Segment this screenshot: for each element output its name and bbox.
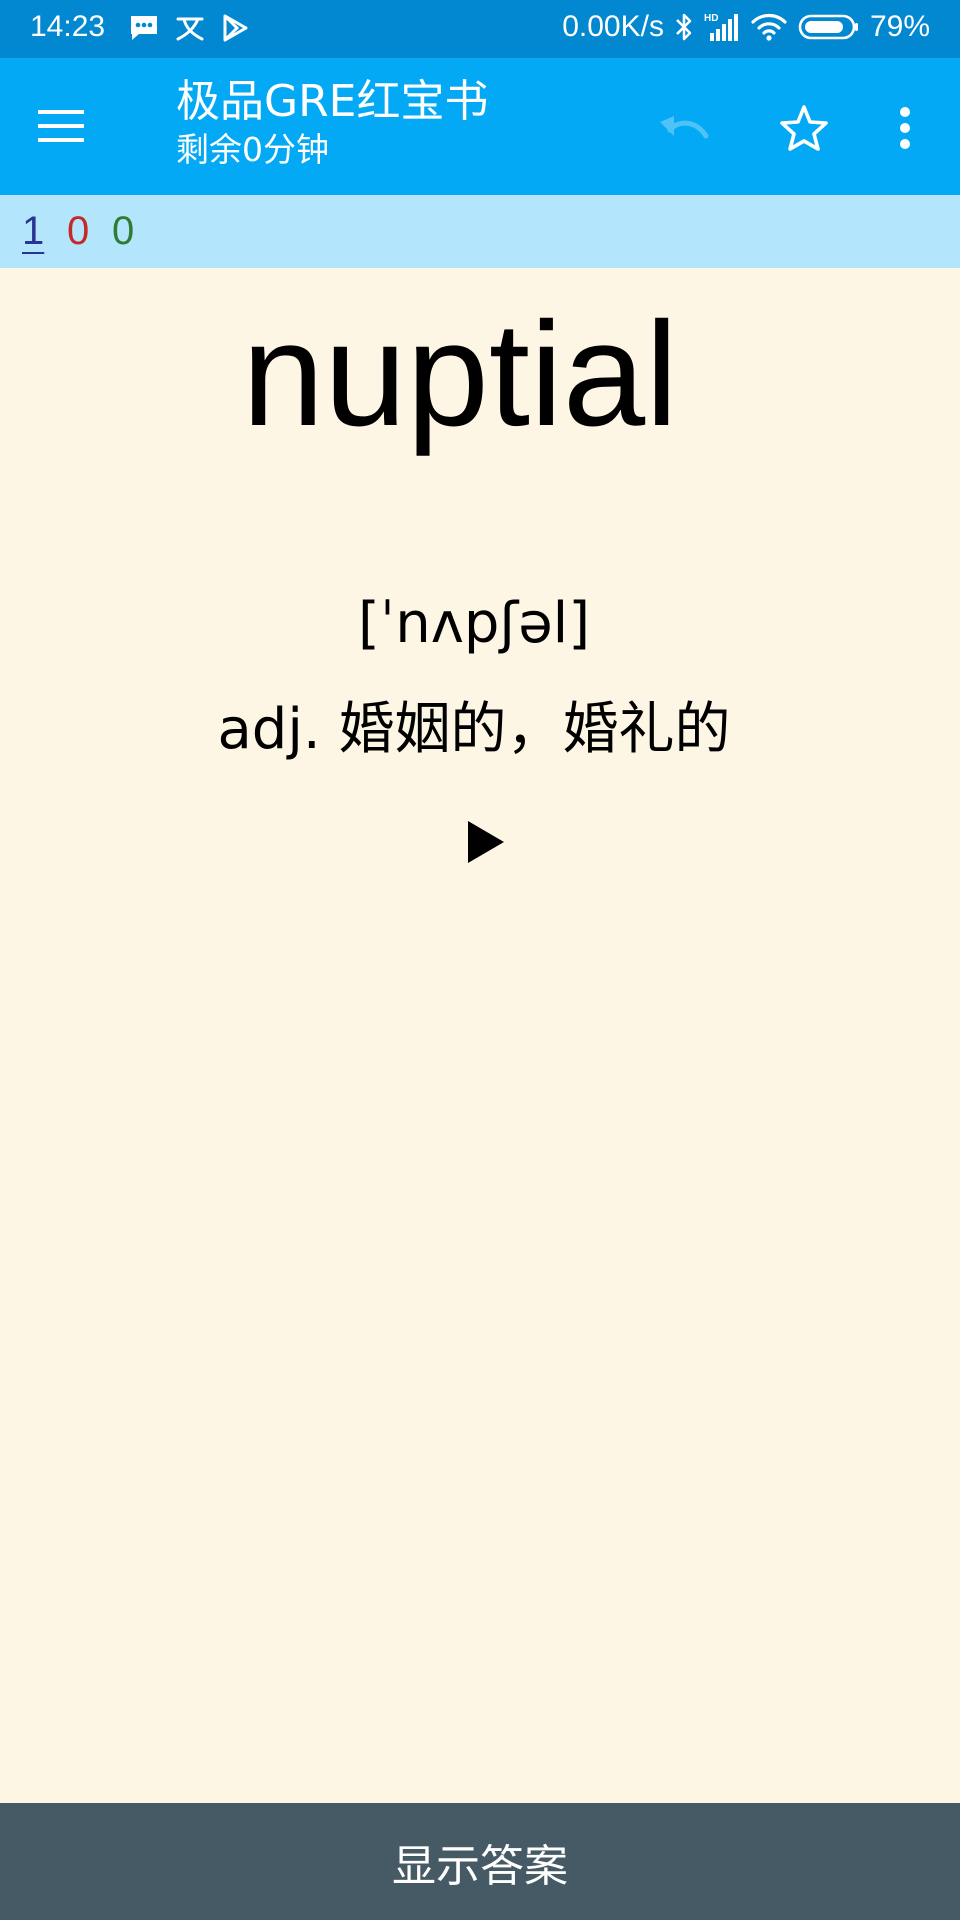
status-bar: 14:23 0.00K/s HD 79%: [0, 0, 960, 58]
play-audio-button[interactable]: [464, 818, 508, 866]
bluetooth-icon: [674, 11, 694, 43]
message-icon: [128, 13, 160, 43]
learning-count: 0: [67, 209, 90, 253]
undo-icon: [660, 116, 709, 139]
title-block: 极品GRE红宝书 剩余0分钟: [176, 76, 488, 172]
screen: 14:23 0.00K/s HD 79% 极品GRE红宝书 剩余0分钟 1 0 …: [0, 0, 960, 1920]
remaining-time: 剩余0分钟: [176, 130, 329, 169]
play-icon: [468, 821, 504, 863]
card-counts-bar: 1 0 0: [0, 195, 960, 268]
network-speed: 0.00K/s: [562, 10, 664, 43]
review-count: 0: [112, 209, 135, 253]
menu-button[interactable]: [30, 94, 94, 158]
show-answer-button[interactable]: 显示答案: [0, 1803, 960, 1920]
card-definition: adj. 婚姻的，婚礼的: [217, 697, 731, 762]
menu-icon: [38, 110, 84, 142]
undo-button[interactable]: [652, 98, 716, 162]
battery-percent: 79%: [869, 10, 930, 43]
status-notification-icons: [128, 13, 250, 43]
hd-signal-icon: HD: [704, 11, 740, 43]
translate-icon: [174, 13, 206, 43]
battery-icon: [798, 12, 860, 42]
app-bar: 极品GRE红宝书 剩余0分钟: [0, 58, 960, 195]
favorite-button[interactable]: [772, 96, 836, 160]
show-answer-label: 显示答案: [392, 1840, 568, 1892]
card-phonetic: [ˈnʌpʃəl]: [357, 591, 591, 656]
card-word: nuptial: [241, 292, 679, 457]
new-count: 1: [22, 209, 45, 253]
more-options-button[interactable]: [880, 96, 930, 160]
more-vert-icon: [900, 107, 910, 149]
status-right: 0.00K/s HD 79%: [562, 10, 930, 44]
app-title: 极品GRE红宝书: [176, 76, 489, 127]
play-store-icon: [220, 13, 250, 43]
star-outline-icon: [780, 105, 828, 151]
wifi-icon: [750, 12, 788, 42]
status-time: 14:23: [30, 10, 106, 43]
svg-text:HD: HD: [704, 13, 718, 24]
